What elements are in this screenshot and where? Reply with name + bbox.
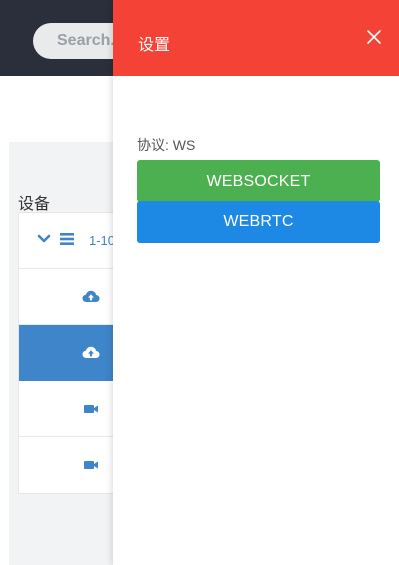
app-root: Search... 设备 1-10 设置 协议: WS WEBSOCKET WE… <box>0 0 399 565</box>
device-group-label: 1-10 <box>89 233 116 248</box>
device-row[interactable] <box>19 381 117 437</box>
chevron-down-icon[interactable] <box>37 232 51 246</box>
video-camera-icon <box>84 461 98 469</box>
device-group-header[interactable]: 1-10 <box>19 213 117 269</box>
device-tree: 1-10 <box>18 212 118 494</box>
settings-drawer: 设置 协议: WS WEBSOCKET WEBRTC <box>113 0 399 565</box>
list-icon <box>60 233 74 245</box>
devices-heading: 设备 <box>18 196 51 213</box>
device-row[interactable] <box>19 437 117 493</box>
drawer-header: 设置 <box>113 0 399 76</box>
device-row-selected[interactable] <box>19 325 117 381</box>
websocket-button[interactable]: WEBSOCKET <box>137 160 380 202</box>
device-row[interactable] <box>19 269 117 325</box>
cloud-upload-icon <box>82 346 100 358</box>
cloud-upload-icon <box>82 290 100 302</box>
video-camera-icon <box>84 405 98 413</box>
drawer-title: 设置 <box>138 37 171 54</box>
close-icon[interactable] <box>363 26 385 48</box>
webrtc-button[interactable]: WEBRTC <box>137 201 380 243</box>
protocol-label: 协议: WS <box>137 137 196 153</box>
